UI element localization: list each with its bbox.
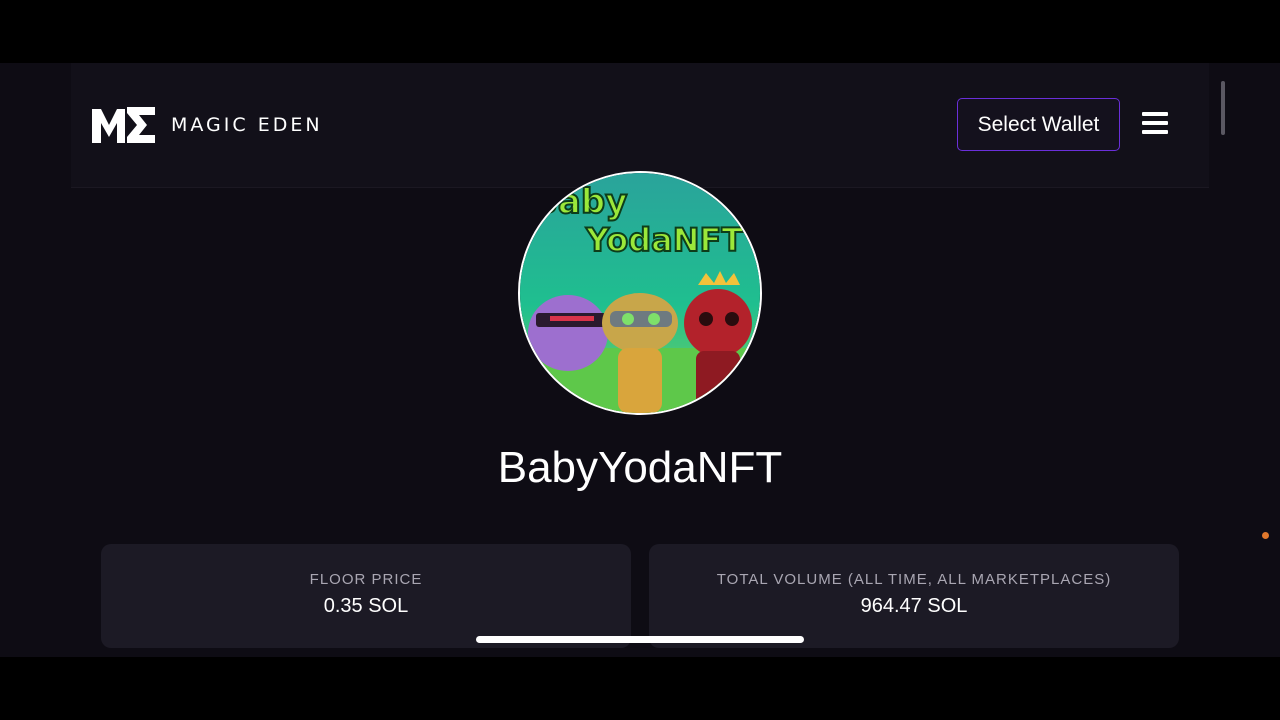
- total-volume-value: 964.47 SOL: [860, 595, 968, 617]
- floor-price-label: FLOOR PRICE: [309, 571, 423, 588]
- floor-price-value: 0.35 SOL: [323, 595, 409, 617]
- total-volume-card: TOTAL VOLUME (ALL TIME, ALL MARKETPLACES…: [649, 544, 1179, 648]
- app-screen: MAGIC EDEN Select Wallet Baby YodaNFT Ba…: [0, 63, 1280, 657]
- logo-wordmark: MAGIC EDEN: [171, 114, 323, 136]
- floor-price-card: FLOOR PRICE 0.35 SOL: [101, 544, 631, 648]
- collection-title: BabyYodaNFT: [497, 443, 783, 492]
- magic-eden-logo[interactable]: MAGIC EDEN: [89, 103, 323, 147]
- top-navbar: MAGIC EDEN Select Wallet: [71, 63, 1209, 188]
- letterbox-top: [0, 0, 1280, 63]
- status-dot: [1262, 532, 1269, 539]
- hamburger-menu-icon[interactable]: [1142, 112, 1168, 138]
- select-wallet-button[interactable]: Select Wallet: [957, 98, 1120, 151]
- scrollbar[interactable]: [1221, 81, 1225, 135]
- total-volume-label: TOTAL VOLUME (ALL TIME, ALL MARKETPLACES…: [716, 571, 1112, 588]
- home-indicator[interactable]: [476, 636, 804, 643]
- letterbox-bottom: [0, 657, 1280, 720]
- collection-avatar: Baby YodaNFT: [518, 171, 762, 415]
- avatar-text-line-1: Baby: [532, 182, 627, 222]
- avatar-text-line-2: YodaNFT: [585, 221, 743, 259]
- collection-avatar-image: Baby YodaNFT: [520, 173, 760, 413]
- magic-eden-logo-icon: [92, 107, 155, 143]
